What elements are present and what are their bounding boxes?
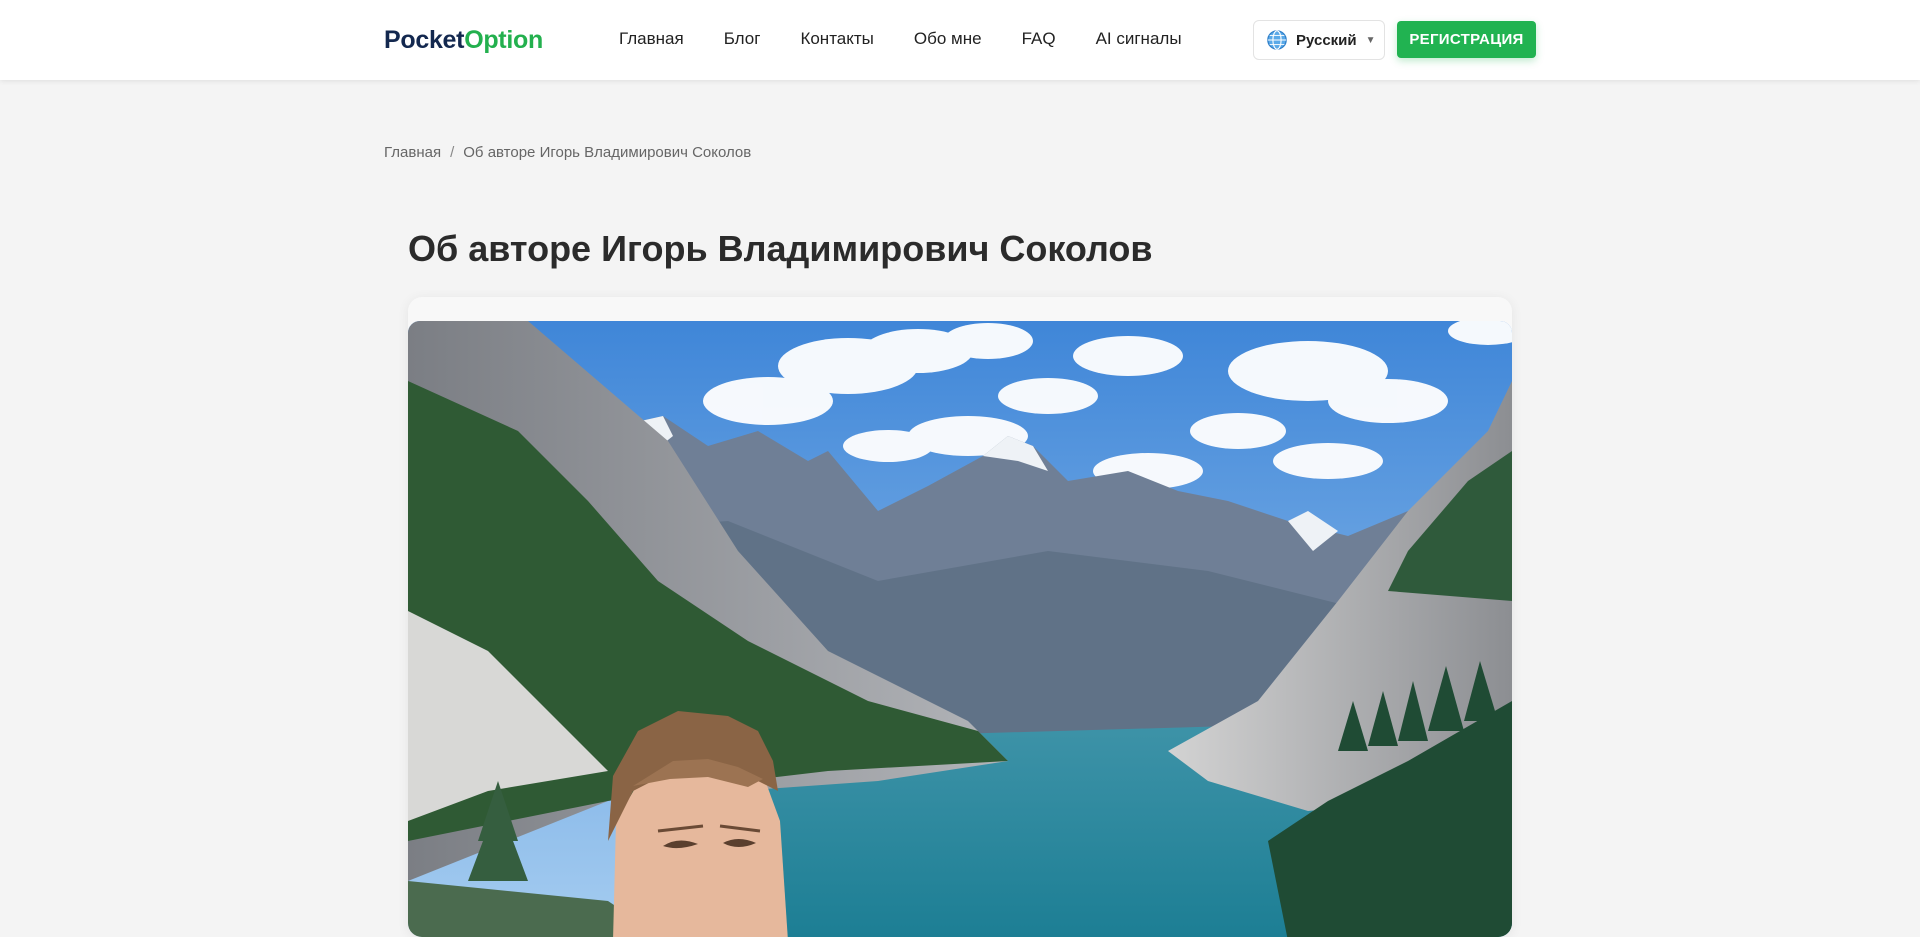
page-title: Об авторе Игорь Владимирович Соколов xyxy=(408,228,1153,269)
language-selector[interactable]: Русский ▼ xyxy=(1253,20,1385,60)
author-card xyxy=(408,297,1512,937)
nav-link-about[interactable]: Обо мне xyxy=(914,28,982,50)
main-nav: Главная Блог Контакты Обо мне FAQ AI сиг… xyxy=(619,28,1182,50)
language-label: Русский xyxy=(1296,31,1357,49)
register-button[interactable]: РЕГИСТРАЦИЯ xyxy=(1397,21,1536,58)
author-photo xyxy=(408,321,1512,937)
breadcrumb-separator: / xyxy=(450,144,455,161)
nav-link-contacts[interactable]: Контакты xyxy=(800,28,873,50)
nav-link-blog[interactable]: Блог xyxy=(724,28,761,50)
logo-text-pocket: Pocket xyxy=(384,26,465,54)
breadcrumb-home-link[interactable]: Главная xyxy=(384,144,441,161)
globe-icon xyxy=(1267,30,1287,50)
top-navbar: PocketOption Главная Блог Контакты Обо м… xyxy=(0,0,1920,80)
pocketoption-logo[interactable]: PocketOption xyxy=(384,25,543,55)
logo-text-option: Option xyxy=(464,26,543,54)
nav-link-ai-signals[interactable]: AI сигналы xyxy=(1096,28,1182,50)
breadcrumb-current: Об авторе Игорь Владимирович Соколов xyxy=(463,144,752,161)
nav-link-home[interactable]: Главная xyxy=(619,28,684,50)
breadcrumb: Главная / Об авторе Игорь Владимирович Сок… xyxy=(384,143,751,163)
chevron-down-icon: ▼ xyxy=(1365,34,1376,46)
nav-link-faq[interactable]: FAQ xyxy=(1022,28,1056,50)
